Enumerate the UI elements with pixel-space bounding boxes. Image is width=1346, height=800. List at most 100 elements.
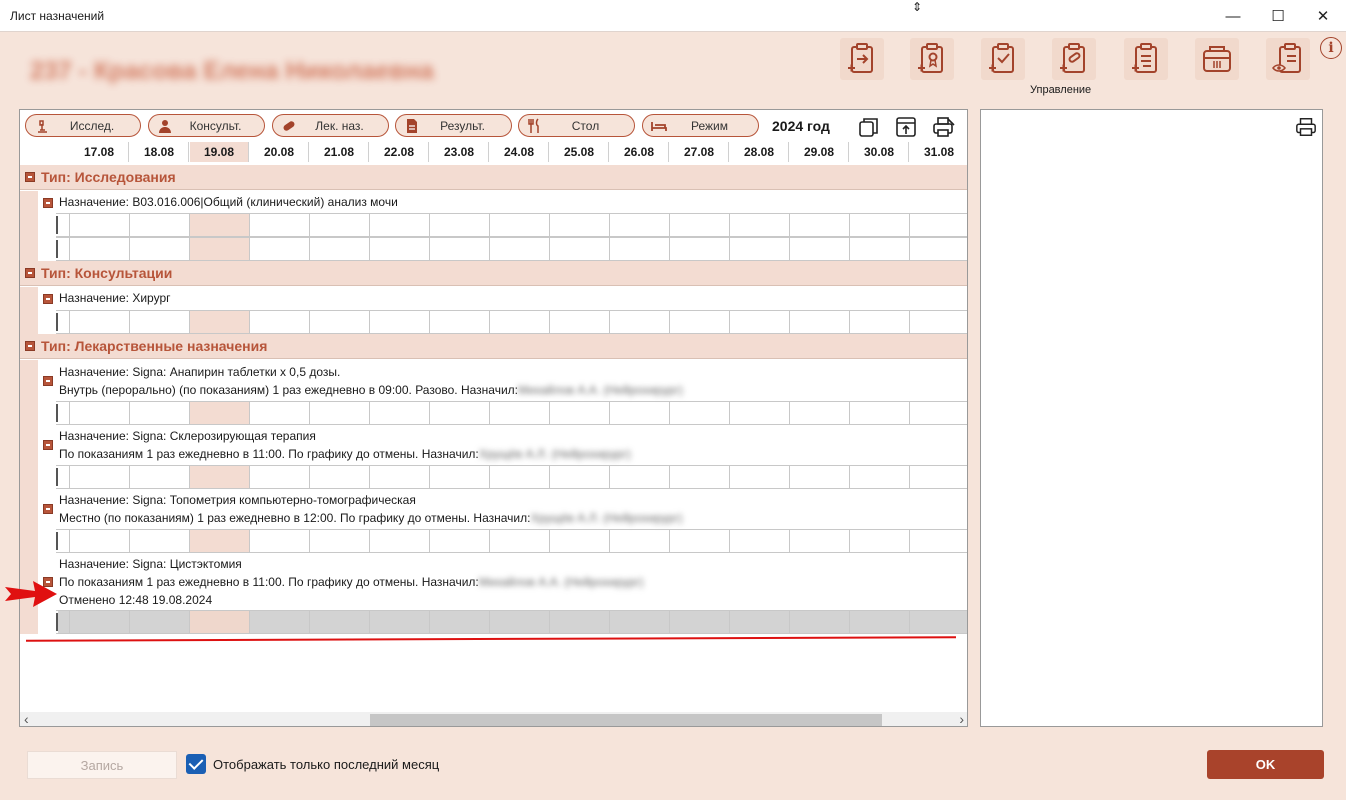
schedule-cell[interactable] bbox=[730, 611, 790, 633]
schedule-cell[interactable] bbox=[310, 402, 370, 424]
print-all-icon[interactable] bbox=[932, 115, 956, 139]
schedule-cell[interactable] bbox=[850, 214, 910, 236]
date-column-header[interactable]: 17.08 bbox=[70, 142, 129, 162]
schedule-cell[interactable] bbox=[58, 311, 70, 333]
schedule-cell[interactable] bbox=[430, 402, 490, 424]
date-column-header[interactable]: 20.08 bbox=[250, 142, 309, 162]
schedule-cell[interactable] bbox=[670, 530, 730, 552]
schedule-cell[interactable] bbox=[850, 238, 910, 260]
schedule-cell[interactable] bbox=[130, 466, 190, 488]
section-research-header[interactable]: Тип: Исследования bbox=[20, 165, 967, 190]
transfer-prescription-button[interactable] bbox=[840, 38, 884, 80]
schedule-cell[interactable] bbox=[70, 466, 130, 488]
schedule-cell[interactable] bbox=[670, 311, 730, 333]
schedule-cell[interactable] bbox=[910, 611, 967, 633]
scroll-left-icon[interactable]: ‹ bbox=[24, 711, 29, 726]
schedule-cell[interactable] bbox=[790, 311, 850, 333]
schedule-cell[interactable] bbox=[70, 611, 130, 633]
schedule-cell[interactable] bbox=[430, 214, 490, 236]
schedule-cell[interactable] bbox=[190, 466, 250, 488]
schedule-row[interactable] bbox=[56, 213, 967, 237]
schedule-cell[interactable] bbox=[910, 402, 967, 424]
schedule-cell[interactable] bbox=[130, 402, 190, 424]
schedule-cell[interactable] bbox=[130, 530, 190, 552]
schedule-cell[interactable] bbox=[70, 402, 130, 424]
date-column-header[interactable]: 29.08 bbox=[790, 142, 849, 162]
date-column-header[interactable]: 27.08 bbox=[670, 142, 729, 162]
schedule-cell[interactable] bbox=[250, 311, 310, 333]
collapse-icon[interactable] bbox=[25, 172, 35, 182]
date-column-header[interactable]: 31.08 bbox=[910, 142, 967, 162]
schedule-cell[interactable] bbox=[550, 402, 610, 424]
schedule-cell[interactable] bbox=[490, 530, 550, 552]
schedule-cell[interactable] bbox=[910, 530, 967, 552]
schedule-cell[interactable] bbox=[670, 611, 730, 633]
schedule-cell[interactable] bbox=[490, 611, 550, 633]
schedule-cell[interactable] bbox=[850, 311, 910, 333]
filter-results[interactable]: Результ. bbox=[395, 114, 512, 137]
schedule-cell[interactable] bbox=[550, 611, 610, 633]
schedule-cell[interactable] bbox=[370, 238, 430, 260]
schedule-cell[interactable] bbox=[910, 311, 967, 333]
collapse-icon[interactable] bbox=[25, 341, 35, 351]
date-column-header[interactable]: 24.08 bbox=[490, 142, 549, 162]
add-medication-button[interactable] bbox=[1052, 38, 1096, 80]
schedule-cell[interactable] bbox=[250, 402, 310, 424]
schedule-cell[interactable] bbox=[550, 214, 610, 236]
schedule-cell[interactable] bbox=[670, 238, 730, 260]
schedule-row[interactable] bbox=[56, 529, 967, 553]
filter-consult[interactable]: Консульт. bbox=[148, 114, 265, 137]
schedule-row[interactable] bbox=[56, 465, 967, 489]
schedule-cell[interactable] bbox=[790, 530, 850, 552]
schedule-cell[interactable] bbox=[730, 238, 790, 260]
schedule-cell[interactable] bbox=[190, 311, 250, 333]
filter-medication[interactable]: Лек. наз. bbox=[272, 114, 389, 137]
schedule-cell[interactable] bbox=[670, 402, 730, 424]
schedule-cell[interactable] bbox=[190, 402, 250, 424]
date-column-header[interactable]: 19.08 bbox=[190, 142, 249, 162]
schedule-cell[interactable] bbox=[730, 311, 790, 333]
collapse-icon[interactable] bbox=[25, 268, 35, 278]
schedule-cell[interactable] bbox=[130, 214, 190, 236]
schedule-cell[interactable] bbox=[250, 238, 310, 260]
filter-diet[interactable]: Стол bbox=[518, 114, 635, 137]
add-check-button[interactable] bbox=[981, 38, 1025, 80]
schedule-cell[interactable] bbox=[190, 214, 250, 236]
schedule-row[interactable] bbox=[56, 401, 967, 425]
schedule-cell[interactable] bbox=[250, 466, 310, 488]
date-column-header[interactable]: 28.08 bbox=[730, 142, 789, 162]
schedule-cell[interactable] bbox=[310, 214, 370, 236]
date-column-header[interactable]: 25.08 bbox=[550, 142, 609, 162]
date-column-header[interactable]: 23.08 bbox=[430, 142, 489, 162]
collapse-icon[interactable] bbox=[43, 198, 53, 208]
section-meds-header[interactable]: Тип: Лекарственные назначения bbox=[20, 334, 967, 359]
schedule-cell[interactable] bbox=[430, 311, 490, 333]
add-consultation-button[interactable] bbox=[910, 38, 954, 80]
schedule-cell[interactable] bbox=[310, 311, 370, 333]
add-result-button[interactable] bbox=[1124, 38, 1168, 80]
schedule-cell[interactable] bbox=[250, 530, 310, 552]
schedule-cell[interactable] bbox=[58, 402, 70, 424]
schedule-cell[interactable] bbox=[370, 611, 430, 633]
schedule-row[interactable] bbox=[56, 237, 967, 261]
schedule-cell[interactable] bbox=[910, 214, 967, 236]
schedule-cell[interactable] bbox=[670, 466, 730, 488]
schedule-cell[interactable] bbox=[910, 466, 967, 488]
schedule-cell[interactable] bbox=[370, 311, 430, 333]
schedule-row[interactable] bbox=[56, 310, 967, 334]
schedule-cell[interactable] bbox=[490, 311, 550, 333]
collapse-icon[interactable] bbox=[43, 376, 53, 386]
diet-button[interactable] bbox=[1195, 38, 1239, 80]
schedule-cell[interactable] bbox=[310, 466, 370, 488]
schedule-cell[interactable] bbox=[610, 466, 670, 488]
schedule-cell[interactable] bbox=[370, 402, 430, 424]
schedule-cell[interactable] bbox=[70, 214, 130, 236]
schedule-cell[interactable] bbox=[70, 530, 130, 552]
schedule-cell[interactable] bbox=[190, 530, 250, 552]
schedule-cell[interactable] bbox=[730, 214, 790, 236]
schedule-cell[interactable] bbox=[130, 611, 190, 633]
schedule-cell[interactable] bbox=[370, 466, 430, 488]
section-consult-header[interactable]: Тип: Консультации bbox=[20, 261, 967, 286]
schedule-cell[interactable] bbox=[850, 466, 910, 488]
schedule-cell[interactable] bbox=[790, 402, 850, 424]
